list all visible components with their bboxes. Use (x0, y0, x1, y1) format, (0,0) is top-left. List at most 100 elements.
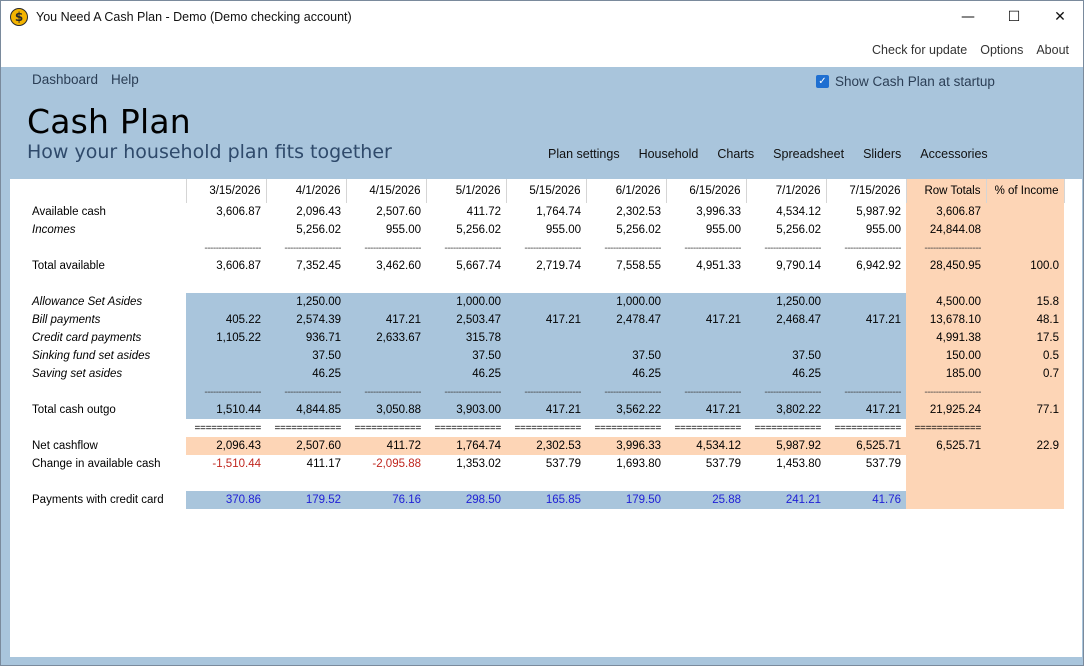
table-cell[interactable]: 417.21 (506, 311, 586, 329)
table-cell[interactable] (346, 347, 426, 365)
table-cell[interactable]: 936.71 (266, 329, 346, 347)
table-cell[interactable]: 4,534.12 (666, 437, 746, 455)
table-cell[interactable]: 6,942.92 (826, 257, 906, 275)
table-cell[interactable]: 955.00 (346, 221, 426, 239)
table-cell[interactable]: 9,790.14 (746, 257, 826, 275)
table-cell[interactable]: 2,507.60 (346, 203, 426, 221)
table-cell[interactable]: 3,802.22 (746, 401, 826, 419)
table-cell[interactable]: 315.78 (426, 329, 506, 347)
table-cell[interactable]: 298.50 (426, 491, 506, 509)
table-cell[interactable] (906, 455, 986, 473)
empty-cell[interactable] (986, 383, 1064, 401)
table-cell[interactable]: 537.79 (506, 455, 586, 473)
table-cell[interactable]: 41.76 (826, 491, 906, 509)
table-cell[interactable]: 3,606.87 (186, 257, 266, 275)
table-cell[interactable]: 405.22 (186, 311, 266, 329)
table-cell[interactable]: 1,453.80 (746, 455, 826, 473)
table-cell[interactable]: 1,000.00 (586, 293, 666, 311)
table-cell[interactable]: 46.25 (746, 365, 826, 383)
separator-cell[interactable]: ============ (906, 419, 986, 437)
table-cell[interactable]: 0.5 (986, 347, 1064, 365)
table-cell[interactable]: 76.16 (346, 491, 426, 509)
table-cell[interactable] (506, 275, 586, 293)
column-header[interactable]: 5/1/2026 (426, 179, 507, 203)
tab-accessories[interactable]: Accessories (920, 147, 987, 161)
table-cell[interactable]: 6,525.71 (906, 437, 986, 455)
table-cell[interactable] (746, 275, 826, 293)
table-cell[interactable] (506, 293, 586, 311)
tab-spreadsheet[interactable]: Spreadsheet (773, 147, 844, 161)
column-header[interactable]: 7/15/2026 (826, 179, 907, 203)
table-cell[interactable]: 370.86 (186, 491, 266, 509)
maximize-icon[interactable]: ☐ (991, 1, 1037, 32)
separator-cell[interactable]: ============ (426, 419, 506, 437)
table-cell[interactable]: 3,996.33 (586, 437, 666, 455)
table-cell[interactable]: 1,764.74 (506, 203, 586, 221)
table-cell[interactable] (746, 329, 826, 347)
separator-cell[interactable]: -------------------- (746, 239, 826, 257)
table-cell[interactable]: 955.00 (666, 221, 746, 239)
table-cell[interactable]: 1,250.00 (746, 293, 826, 311)
table-cell[interactable]: 0.7 (986, 365, 1064, 383)
separator-cell[interactable]: -------------------- (426, 383, 506, 401)
table-cell[interactable]: 537.79 (666, 455, 746, 473)
table-cell[interactable] (666, 329, 746, 347)
table-cell[interactable]: 955.00 (826, 221, 906, 239)
table-cell[interactable] (506, 365, 586, 383)
table-cell[interactable] (186, 365, 266, 383)
table-cell[interactable]: 417.21 (666, 401, 746, 419)
table-cell[interactable]: 5,667.74 (426, 257, 506, 275)
table-cell[interactable] (346, 293, 426, 311)
table-cell[interactable] (906, 473, 986, 491)
table-cell[interactable]: 2,633.67 (346, 329, 426, 347)
table-cell[interactable]: 4,991.38 (906, 329, 986, 347)
table-cell[interactable]: 77.1 (986, 401, 1064, 419)
table-cell[interactable]: 21,925.24 (906, 401, 986, 419)
table-cell[interactable]: 537.79 (826, 455, 906, 473)
table-cell[interactable]: 1,105.22 (186, 329, 266, 347)
table-cell[interactable]: 6,525.71 (826, 437, 906, 455)
separator-cell[interactable]: -------------------- (266, 383, 346, 401)
column-header[interactable]: 4/15/2026 (346, 179, 427, 203)
table-cell[interactable]: 179.52 (266, 491, 346, 509)
table-cell[interactable] (906, 491, 986, 509)
table-cell[interactable]: 1,353.02 (426, 455, 506, 473)
column-header[interactable]: 4/1/2026 (266, 179, 347, 203)
minimize-icon[interactable]: — (945, 1, 991, 32)
separator-cell[interactable]: -------------------- (346, 239, 426, 257)
table-cell[interactable] (826, 365, 906, 383)
table-cell[interactable]: 5,987.92 (746, 437, 826, 455)
table-cell[interactable]: 417.21 (506, 401, 586, 419)
column-header[interactable]: 7/1/2026 (746, 179, 827, 203)
table-cell[interactable]: 5,987.92 (826, 203, 906, 221)
separator-cell[interactable]: -------------------- (586, 239, 666, 257)
separator-cell[interactable]: -------------------- (346, 383, 426, 401)
table-cell[interactable] (666, 347, 746, 365)
table-cell[interactable]: 185.00 (906, 365, 986, 383)
column-header[interactable]: 3/15/2026 (186, 179, 267, 203)
table-cell[interactable] (506, 473, 586, 491)
separator-cell[interactable]: -------------------- (666, 383, 746, 401)
table-cell[interactable]: 15.8 (986, 293, 1064, 311)
separator-cell[interactable]: -------------------- (506, 383, 586, 401)
startup-checkbox[interactable]: ✓ (816, 75, 829, 88)
table-cell[interactable]: 17.5 (986, 329, 1064, 347)
table-cell[interactable]: 5,256.02 (266, 221, 346, 239)
table-cell[interactable]: 3,462.60 (346, 257, 426, 275)
table-cell[interactable]: 411.72 (346, 437, 426, 455)
separator-cell[interactable]: ============ (186, 419, 266, 437)
table-cell[interactable] (746, 473, 826, 491)
tab-household[interactable]: Household (639, 147, 699, 161)
table-cell[interactable]: 2,574.39 (266, 311, 346, 329)
table-cell[interactable]: 4,500.00 (906, 293, 986, 311)
table-cell[interactable]: 4,534.12 (746, 203, 826, 221)
table-cell[interactable] (186, 293, 266, 311)
table-cell[interactable] (666, 275, 746, 293)
table-cell[interactable]: 4,844.85 (266, 401, 346, 419)
table-cell[interactable] (666, 365, 746, 383)
table-cell[interactable]: 2,503.47 (426, 311, 506, 329)
table-cell[interactable] (826, 275, 906, 293)
table-cell[interactable]: 7,558.55 (586, 257, 666, 275)
table-cell[interactable] (986, 455, 1064, 473)
column-header[interactable]: Row Totals (906, 179, 987, 203)
